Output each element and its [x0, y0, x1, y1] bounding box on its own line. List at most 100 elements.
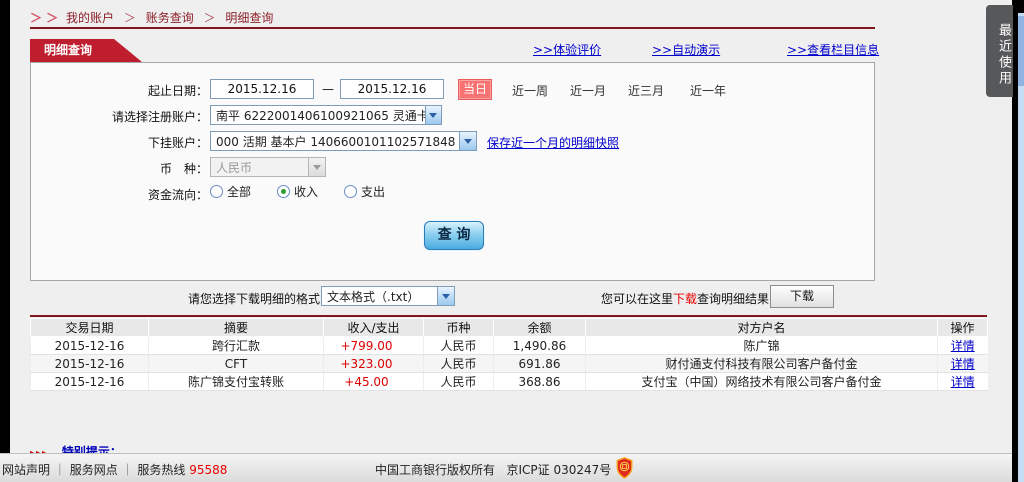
cell-date: 2015-12-16	[30, 372, 149, 391]
fund-flow-label: 资金流向：	[147, 188, 208, 202]
radio-icon[interactable]	[277, 185, 291, 198]
header-amount: 收入/支出	[323, 318, 424, 337]
page: ＞ ＞ 我的账户 ＞ 账务查询 ＞ 明细查询 明细查询 >>体验评价 >>自动演…	[0, 0, 1024, 482]
radio-icon[interactable]	[344, 185, 358, 198]
breadcrumb-item-account-query[interactable]: 账务查询	[146, 11, 194, 25]
breadcrumb-separator: ＞	[203, 11, 216, 25]
query-button[interactable]: 查 询	[424, 221, 484, 250]
date-range-label: 起止日期：	[147, 84, 208, 98]
header-counterparty: 对方户名	[585, 318, 938, 337]
cell-counterparty: 陈广锦	[585, 336, 938, 355]
divider	[30, 27, 875, 29]
last-year-button[interactable]: 近一年	[690, 82, 726, 99]
last-week-button[interactable]: 近一周	[512, 82, 548, 99]
table-row: 2015-12-16 CFT +323.00 人民币 691.86 财付通支付科…	[30, 354, 988, 373]
header-summary: 摘要	[148, 318, 324, 337]
date-to-input[interactable]	[340, 79, 444, 99]
registered-account-value: 南平 6222001406100921065 灵通卡	[216, 108, 425, 123]
tab-detail-query[interactable]: 明细查询	[30, 39, 142, 62]
footer-left: 网站声明 ｜ 服务网点 ｜ 服务热线 95588	[2, 461, 227, 478]
download-format-select[interactable]: 文本格式（.txt）	[321, 286, 455, 306]
chevron-down-icon[interactable]	[424, 106, 441, 124]
transactions-table: 交易日期 摘要 收入/支出 币种 余额 对方户名 操作 2015-12-16 跨…	[30, 318, 988, 391]
footer-separator: ｜	[121, 463, 134, 477]
download-hint-link[interactable]: 下载	[673, 292, 697, 306]
flow-option-all-label: 全部	[227, 185, 252, 199]
download-hint-after: 查询明细结果	[697, 292, 770, 306]
divider	[30, 315, 987, 317]
flow-option-expense-label: 支出	[361, 185, 386, 199]
cell-counterparty: 财付通支付科技有限公司客户备付金	[585, 354, 938, 373]
radio-icon[interactable]	[210, 185, 223, 198]
download-format-value: 文本格式（.txt）	[327, 289, 420, 304]
breadcrumb: ＞ ＞ 我的账户 ＞ 账务查询 ＞ 明细查询	[30, 9, 273, 26]
experience-rating-link[interactable]: >>体验评价	[533, 41, 601, 58]
cell-currency: 人民币	[423, 354, 494, 373]
cell-amount: +323.00	[323, 354, 424, 373]
cell-counterparty: 支付宝（中国）网络技术有限公司客户备付金	[585, 372, 938, 391]
sub-account-value: 000 活期 基本户 1406600101102571848	[216, 134, 456, 149]
chevron-down-icon[interactable]	[459, 132, 476, 150]
copyright-text: 中国工商银行版权所有 京ICP证 030247号	[375, 461, 611, 478]
chevron-down-icon[interactable]	[437, 287, 454, 305]
header-date: 交易日期	[30, 318, 149, 337]
breadcrumb-separator: ＞	[123, 11, 136, 25]
hotline-number: 95588	[189, 463, 228, 477]
cell-currency: 人民币	[423, 372, 494, 391]
flow-option-income-label: 收入	[294, 185, 319, 199]
download-button[interactable]: 下载	[770, 285, 834, 308]
detail-link[interactable]: 详情	[951, 339, 975, 353]
scrollbar-thumb[interactable]	[1018, 16, 1024, 86]
download-format-label: 请您选择下载明细的格式	[188, 292, 321, 306]
flow-option-all[interactable]: 全部	[210, 183, 251, 200]
detail-link[interactable]: 详情	[951, 375, 975, 389]
cell-amount: +45.00	[323, 372, 424, 391]
site-statement-link[interactable]: 网站声明	[2, 463, 50, 477]
cell-summary: 跨行汇款	[148, 336, 324, 355]
save-snapshot-link[interactable]: 保存近一个月的明细快照	[487, 134, 619, 151]
cell-currency: 人民币	[423, 336, 494, 355]
breadcrumb-item-detail-query[interactable]: 明细查询	[225, 11, 273, 25]
column-info-link[interactable]: >>查看栏目信息	[787, 41, 879, 58]
last-month-button[interactable]: 近一月	[570, 82, 606, 99]
flow-option-expense[interactable]: 支出	[344, 183, 385, 200]
flow-option-income[interactable]: 收入	[277, 183, 318, 200]
cell-balance: 1,490.86	[493, 336, 586, 355]
sub-account-label: 下挂账户：	[147, 136, 208, 150]
recently-used-tab[interactable]: 最近使用	[986, 5, 1013, 97]
header-action: 操作	[937, 318, 988, 337]
table-row: 2015-12-16 跨行汇款 +799.00 人民币 1,490.86 陈广锦…	[30, 336, 988, 355]
registered-account-label: 请选择注册账户：	[111, 110, 208, 124]
sub-account-select[interactable]: 000 活期 基本户 1406600101102571848	[210, 131, 477, 151]
cell-summary: CFT	[148, 354, 324, 373]
chevron-down-icon	[308, 158, 325, 176]
cell-date: 2015-12-16	[30, 336, 149, 355]
header-balance: 余额	[493, 318, 586, 337]
download-hint: 您可以在这里下载查询明细结果	[601, 290, 769, 307]
cell-summary: 陈广锦支付宝转账	[148, 372, 324, 391]
currency-value: 人民币	[216, 160, 253, 175]
security-badge-icon	[616, 457, 633, 482]
header-currency: 币种	[423, 318, 494, 337]
footer: 网站声明 ｜ 服务网点 ｜ 服务热线 95588 中国工商银行版权所有 京ICP…	[0, 453, 1024, 482]
icp-number: 京ICP证 030247号	[506, 463, 612, 477]
copyright: 中国工商银行版权所有	[375, 463, 496, 477]
cell-balance: 691.86	[493, 354, 586, 373]
service-locations-link[interactable]: 服务网点	[70, 463, 118, 477]
hotline-label: 服务热线	[137, 463, 186, 477]
breadcrumb-item-my-account[interactable]: 我的账户	[66, 11, 114, 25]
table-row: 2015-12-16 陈广锦支付宝转账 +45.00 人民币 368.86 支付…	[30, 372, 988, 391]
today-button[interactable]: 当日	[458, 79, 492, 100]
registered-account-select[interactable]: 南平 6222001406100921065 灵通卡	[210, 105, 442, 125]
detail-link[interactable]: 详情	[951, 357, 975, 371]
download-hint-before: 您可以在这里	[601, 292, 674, 306]
footer-separator: ｜	[53, 463, 66, 477]
currency-select: 人民币	[210, 157, 326, 177]
currency-label: 币 种：	[159, 162, 208, 176]
date-separator: —	[322, 82, 334, 96]
table-header-row: 交易日期 摘要 收入/支出 币种 余额 对方户名 操作	[30, 318, 988, 337]
left-edge-strip	[0, 0, 10, 453]
date-from-input[interactable]	[210, 79, 314, 99]
last-three-months-button[interactable]: 近三月	[628, 82, 664, 99]
auto-demo-link[interactable]: >>自动演示	[652, 41, 720, 58]
